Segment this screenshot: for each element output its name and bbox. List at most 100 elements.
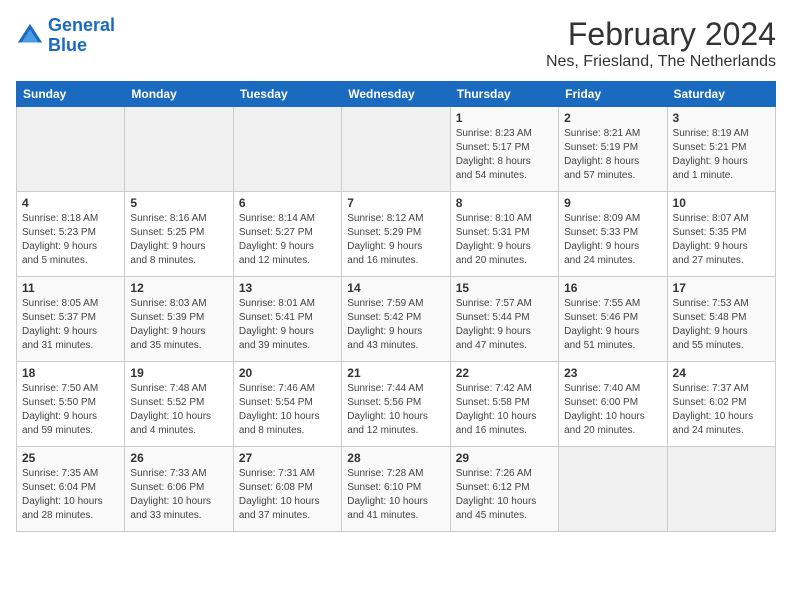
calendar-cell: 20 Sunrise: 7:46 AM Sunset: 5:54 PM Dayli… (233, 362, 341, 447)
day-number: 3 (673, 111, 770, 125)
calendar-cell: 1 Sunrise: 8:23 AM Sunset: 5:17 PM Daylig… (450, 107, 558, 192)
day-number: 8 (456, 196, 553, 210)
calendar-week-row: 4 Sunrise: 8:18 AM Sunset: 5:23 PM Daylig… (17, 192, 776, 277)
calendar-cell: 29 Sunrise: 7:26 AM Sunset: 6:12 PM Dayli… (450, 447, 558, 532)
day-number: 19 (130, 366, 227, 380)
weekday-header-cell: Wednesday (342, 82, 450, 107)
day-info: Sunrise: 7:31 AM Sunset: 6:08 PM Dayligh… (239, 467, 336, 523)
logo-icon (16, 22, 44, 50)
day-number: 17 (673, 281, 770, 295)
weekday-header-cell: Sunday (17, 82, 125, 107)
calendar-cell: 6 Sunrise: 8:14 AM Sunset: 5:27 PM Daylig… (233, 192, 341, 277)
weekday-header-row: SundayMondayTuesdayWednesdayThursdayFrid… (17, 82, 776, 107)
calendar-cell (342, 107, 450, 192)
calendar-cell: 21 Sunrise: 7:44 AM Sunset: 5:56 PM Dayli… (342, 362, 450, 447)
day-info: Sunrise: 7:48 AM Sunset: 5:52 PM Dayligh… (130, 382, 227, 438)
day-info: Sunrise: 8:16 AM Sunset: 5:25 PM Dayligh… (130, 212, 227, 268)
day-number: 15 (456, 281, 553, 295)
calendar-week-row: 11Sunrise: 8:05 AM Sunset: 5:37 PM Dayli… (17, 277, 776, 362)
day-info: Sunrise: 8:10 AM Sunset: 5:31 PM Dayligh… (456, 212, 553, 268)
day-number: 13 (239, 281, 336, 295)
day-number: 6 (239, 196, 336, 210)
day-info: Sunrise: 7:55 AM Sunset: 5:46 PM Dayligh… (564, 297, 661, 353)
day-number: 4 (22, 196, 119, 210)
day-info: Sunrise: 7:50 AM Sunset: 5:50 PM Dayligh… (22, 382, 119, 438)
calendar-cell: 9Sunrise: 8:09 AM Sunset: 5:33 PM Daylig… (559, 192, 667, 277)
calendar-cell: 2 Sunrise: 8:21 AM Sunset: 5:19 PM Daylig… (559, 107, 667, 192)
calendar-week-row: 25 Sunrise: 7:35 AM Sunset: 6:04 PM Dayli… (17, 447, 776, 532)
weekday-header-cell: Tuesday (233, 82, 341, 107)
day-info: Sunrise: 7:35 AM Sunset: 6:04 PM Dayligh… (22, 467, 119, 523)
weekday-header-cell: Thursday (450, 82, 558, 107)
day-info: Sunrise: 7:59 AM Sunset: 5:42 PM Dayligh… (347, 297, 444, 353)
calendar-cell: 14Sunrise: 7:59 AM Sunset: 5:42 PM Dayli… (342, 277, 450, 362)
calendar-cell: 17 Sunrise: 7:53 AM Sunset: 5:48 PM Dayli… (667, 277, 775, 362)
day-info: Sunrise: 8:07 AM Sunset: 5:35 PM Dayligh… (673, 212, 770, 268)
day-number: 7 (347, 196, 444, 210)
logo-text: General Blue (48, 16, 115, 56)
calendar-week-row: 1 Sunrise: 8:23 AM Sunset: 5:17 PM Daylig… (17, 107, 776, 192)
day-info: Sunrise: 8:05 AM Sunset: 5:37 PM Dayligh… (22, 297, 119, 353)
calendar-cell: 4 Sunrise: 8:18 AM Sunset: 5:23 PM Daylig… (17, 192, 125, 277)
calendar-cell: 12Sunrise: 8:03 AM Sunset: 5:39 PM Dayli… (125, 277, 233, 362)
day-info: Sunrise: 7:44 AM Sunset: 5:56 PM Dayligh… (347, 382, 444, 438)
calendar-cell: 27 Sunrise: 7:31 AM Sunset: 6:08 PM Dayli… (233, 447, 341, 532)
weekday-header-cell: Monday (125, 82, 233, 107)
calendar-table: SundayMondayTuesdayWednesdayThursdayFrid… (16, 81, 776, 532)
calendar-cell: 8 Sunrise: 8:10 AM Sunset: 5:31 PM Daylig… (450, 192, 558, 277)
day-number: 2 (564, 111, 661, 125)
day-info: Sunrise: 7:42 AM Sunset: 5:58 PM Dayligh… (456, 382, 553, 438)
day-number: 23 (564, 366, 661, 380)
calendar-cell (667, 447, 775, 532)
logo: General Blue (16, 16, 115, 56)
day-info: Sunrise: 7:37 AM Sunset: 6:02 PM Dayligh… (673, 382, 770, 438)
day-info: Sunrise: 7:28 AM Sunset: 6:10 PM Dayligh… (347, 467, 444, 523)
month-year: February 2024 (546, 16, 776, 53)
logo-line1: General (48, 15, 115, 35)
day-number: 10 (673, 196, 770, 210)
day-number: 21 (347, 366, 444, 380)
day-info: Sunrise: 7:46 AM Sunset: 5:54 PM Dayligh… (239, 382, 336, 438)
day-info: Sunrise: 7:53 AM Sunset: 5:48 PM Dayligh… (673, 297, 770, 353)
title-block: February 2024 Nes, Friesland, The Nether… (546, 16, 776, 71)
calendar-cell: 24 Sunrise: 7:37 AM Sunset: 6:02 PM Dayli… (667, 362, 775, 447)
calendar-cell: 11Sunrise: 8:05 AM Sunset: 5:37 PM Dayli… (17, 277, 125, 362)
calendar-week-row: 18Sunrise: 7:50 AM Sunset: 5:50 PM Dayli… (17, 362, 776, 447)
day-info: Sunrise: 8:18 AM Sunset: 5:23 PM Dayligh… (22, 212, 119, 268)
day-info: Sunrise: 8:21 AM Sunset: 5:19 PM Dayligh… (564, 127, 661, 183)
calendar-cell: 22Sunrise: 7:42 AM Sunset: 5:58 PM Dayli… (450, 362, 558, 447)
calendar-cell: 7 Sunrise: 8:12 AM Sunset: 5:29 PM Daylig… (342, 192, 450, 277)
day-info: Sunrise: 8:09 AM Sunset: 5:33 PM Dayligh… (564, 212, 661, 268)
day-info: Sunrise: 7:40 AM Sunset: 6:00 PM Dayligh… (564, 382, 661, 438)
calendar-cell: 28 Sunrise: 7:28 AM Sunset: 6:10 PM Dayli… (342, 447, 450, 532)
day-info: Sunrise: 8:14 AM Sunset: 5:27 PM Dayligh… (239, 212, 336, 268)
day-info: Sunrise: 7:26 AM Sunset: 6:12 PM Dayligh… (456, 467, 553, 523)
day-number: 28 (347, 451, 444, 465)
calendar-body: 1 Sunrise: 8:23 AM Sunset: 5:17 PM Daylig… (17, 107, 776, 532)
day-info: Sunrise: 8:12 AM Sunset: 5:29 PM Dayligh… (347, 212, 444, 268)
day-number: 26 (130, 451, 227, 465)
day-info: Sunrise: 7:57 AM Sunset: 5:44 PM Dayligh… (456, 297, 553, 353)
day-number: 25 (22, 451, 119, 465)
day-info: Sunrise: 7:33 AM Sunset: 6:06 PM Dayligh… (130, 467, 227, 523)
calendar-cell: 23 Sunrise: 7:40 AM Sunset: 6:00 PM Dayli… (559, 362, 667, 447)
calendar-cell: 10 Sunrise: 8:07 AM Sunset: 5:35 PM Dayli… (667, 192, 775, 277)
day-number: 27 (239, 451, 336, 465)
day-info: Sunrise: 8:23 AM Sunset: 5:17 PM Dayligh… (456, 127, 553, 183)
day-number: 20 (239, 366, 336, 380)
day-number: 1 (456, 111, 553, 125)
location: Nes, Friesland, The Netherlands (546, 53, 776, 71)
day-number: 16 (564, 281, 661, 295)
calendar-cell: 16 Sunrise: 7:55 AM Sunset: 5:46 PM Dayli… (559, 277, 667, 362)
day-number: 29 (456, 451, 553, 465)
day-info: Sunrise: 8:01 AM Sunset: 5:41 PM Dayligh… (239, 297, 336, 353)
calendar-cell: 13 Sunrise: 8:01 AM Sunset: 5:41 PM Dayli… (233, 277, 341, 362)
calendar-cell: 15 Sunrise: 7:57 AM Sunset: 5:44 PM Dayli… (450, 277, 558, 362)
page-header: General Blue February 2024 Nes, Frieslan… (16, 16, 776, 71)
logo-line2: Blue (48, 35, 87, 55)
calendar-cell: 3Sunrise: 8:19 AM Sunset: 5:21 PM Daylig… (667, 107, 775, 192)
calendar-cell: 5Sunrise: 8:16 AM Sunset: 5:25 PM Daylig… (125, 192, 233, 277)
calendar-cell (17, 107, 125, 192)
day-number: 24 (673, 366, 770, 380)
calendar-cell (125, 107, 233, 192)
